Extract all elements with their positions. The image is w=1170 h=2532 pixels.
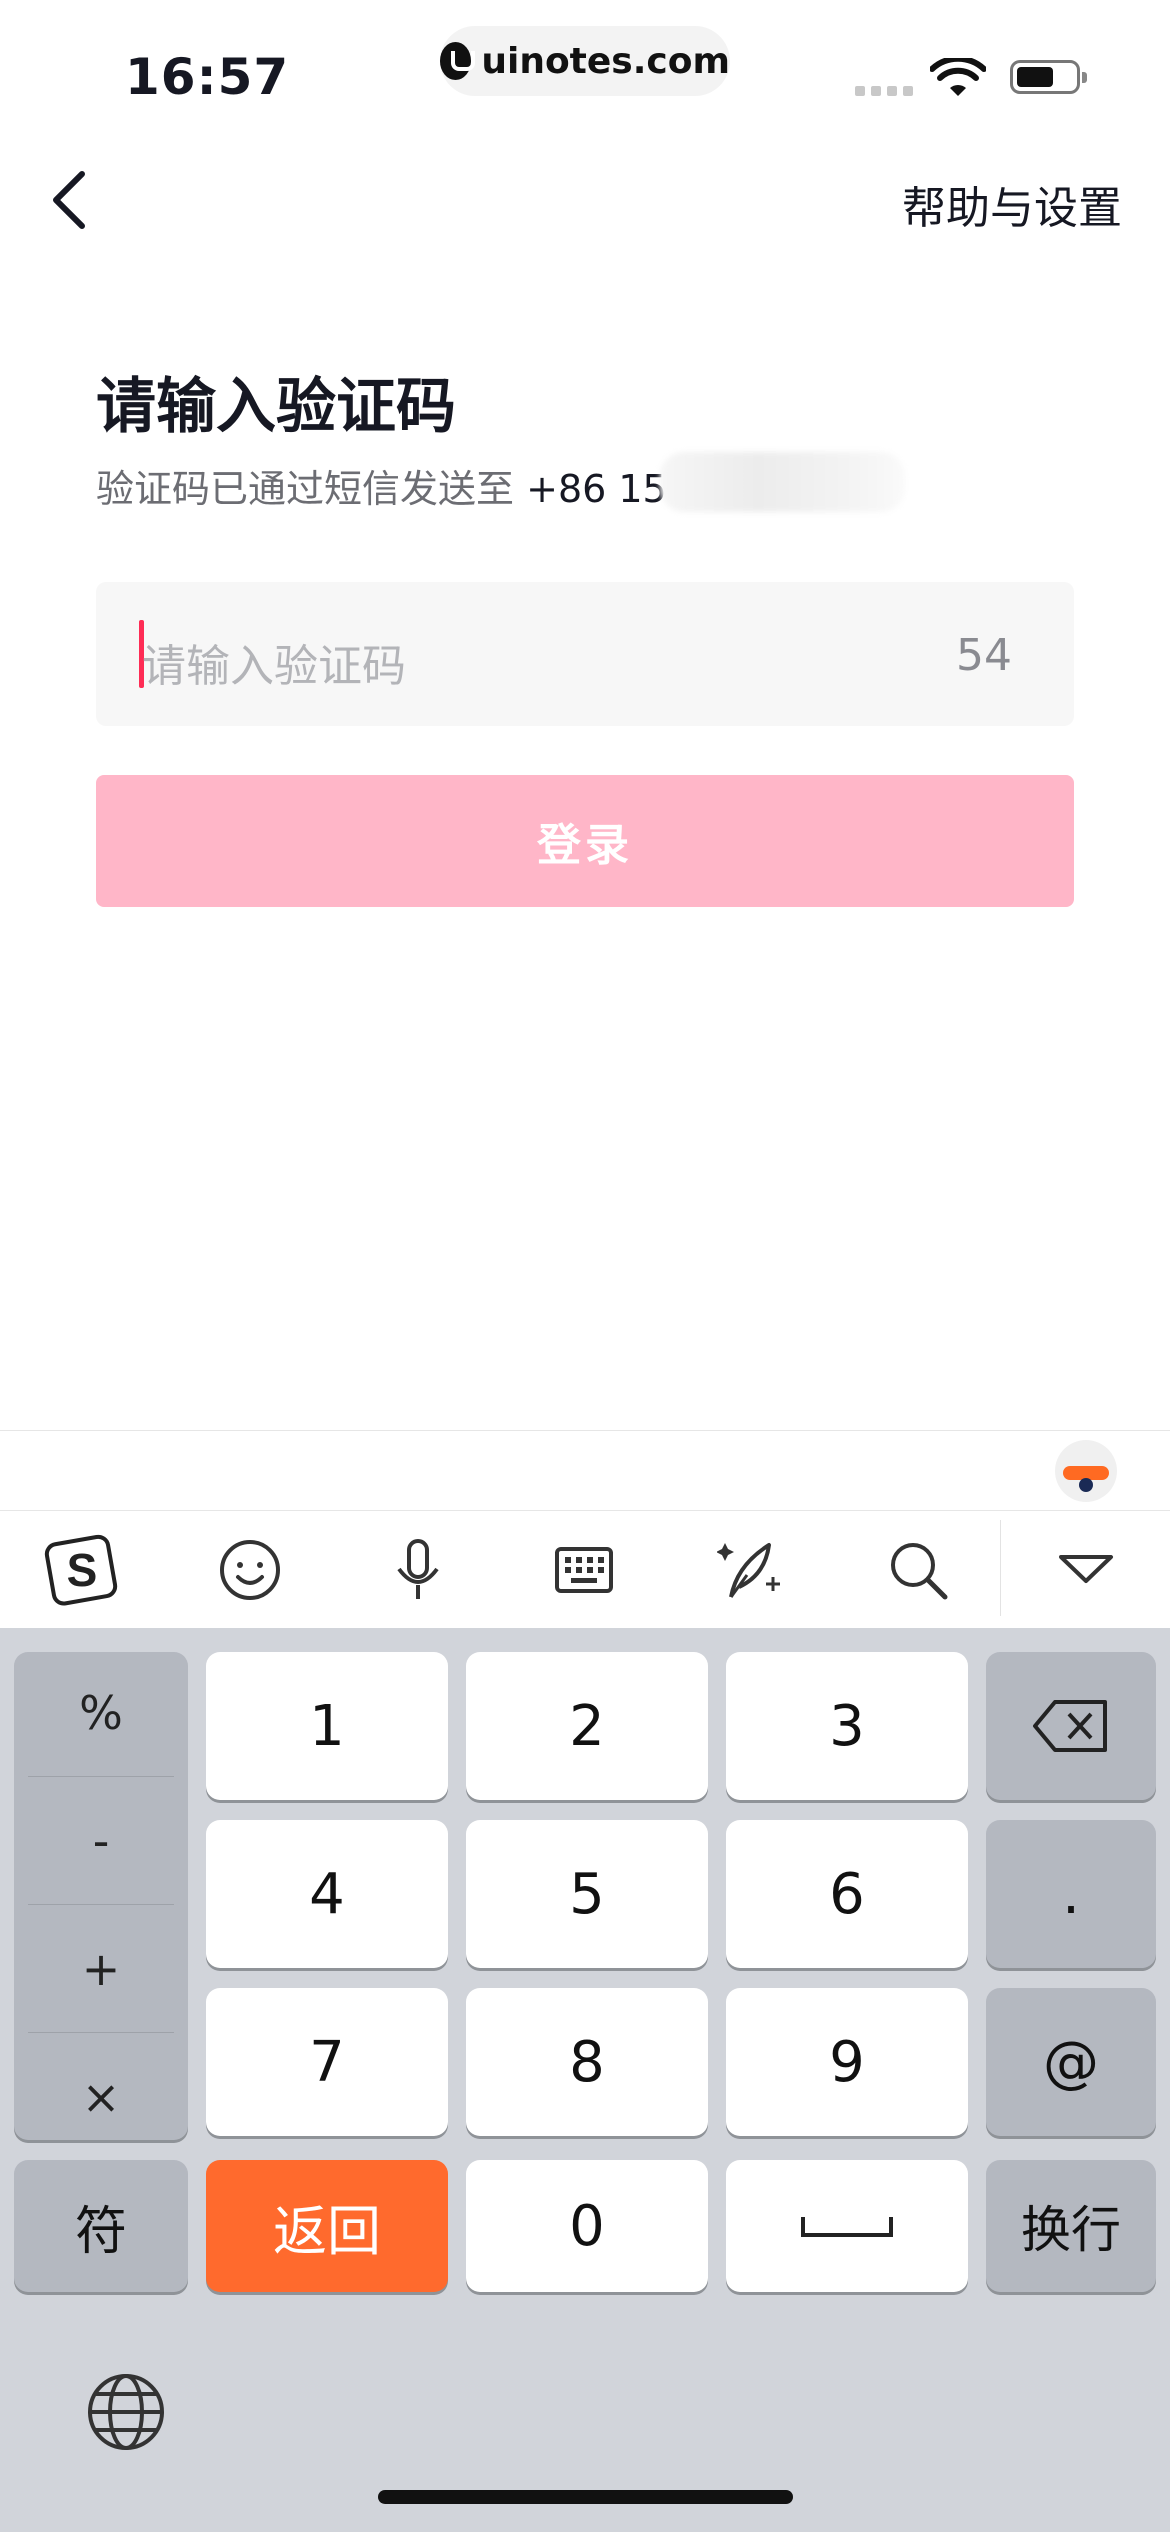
cellular-signal-icon — [855, 86, 913, 96]
login-button[interactable]: 登录 — [96, 775, 1074, 907]
resend-countdown: 54 — [956, 630, 1012, 681]
key-5[interactable]: 5 — [466, 1820, 708, 1968]
sms-notice: 验证码已通过短信发送至 +86 15 — [96, 458, 667, 513]
phone-number: +86 15 — [526, 467, 667, 511]
phone-number-mask — [660, 452, 905, 512]
key-1[interactable]: 1 — [206, 1652, 448, 1800]
wifi-icon — [930, 58, 986, 96]
status-time: 16:57 — [125, 48, 290, 106]
key-at[interactable]: @ — [986, 1988, 1156, 2136]
keyboard-candidate-bar — [0, 1430, 1170, 1511]
key-dot[interactable]: . — [986, 1820, 1156, 1968]
sogou-logo-icon[interactable]: S — [44, 1532, 120, 1608]
symbol-divider — [28, 1904, 174, 1905]
mascot-icon[interactable] — [1055, 1440, 1117, 1502]
key-plus[interactable]: + — [14, 1908, 188, 2030]
key-6[interactable]: 6 — [726, 1820, 968, 1968]
back-arrow-icon[interactable] — [40, 160, 100, 240]
battery-icon — [1010, 60, 1087, 94]
key-7[interactable]: 7 — [206, 1988, 448, 2136]
globe-icon[interactable] — [84, 2370, 168, 2454]
page-title: 请输入验证码 — [96, 372, 456, 442]
key-4[interactable]: 4 — [206, 1820, 448, 1968]
key-minus[interactable]: - — [14, 1780, 188, 1902]
symbol-divider — [28, 2032, 174, 2033]
toolbar-divider — [1000, 1520, 1001, 1616]
key-0[interactable]: 0 — [466, 2160, 708, 2292]
symbol-divider — [28, 1776, 174, 1777]
key-multiply[interactable]: × — [14, 2036, 188, 2158]
sms-notice-text: 验证码已通过短信发送至 — [96, 467, 515, 511]
key-space[interactable] — [726, 2160, 968, 2292]
url-text: uinotes.com — [481, 40, 730, 82]
url-pill: uinotes.com — [440, 26, 730, 96]
svg-text:S: S — [67, 1544, 98, 1596]
collapse-keyboard-icon[interactable] — [1048, 1532, 1124, 1608]
key-percent[interactable]: % — [14, 1652, 188, 1774]
key-newline[interactable]: 换行 — [986, 2160, 1156, 2292]
space-icon — [801, 2217, 893, 2237]
uinotes-logo-icon — [440, 42, 476, 80]
microphone-icon[interactable] — [380, 1532, 456, 1608]
backspace-icon — [1033, 1700, 1107, 1752]
home-indicator[interactable] — [378, 2490, 793, 2504]
emoji-icon[interactable] — [212, 1532, 288, 1608]
keyboard-icon[interactable] — [546, 1532, 622, 1608]
key-backspace[interactable] — [986, 1652, 1156, 1800]
key-symbols[interactable]: 符 — [14, 2160, 188, 2292]
key-3[interactable]: 3 — [726, 1652, 968, 1800]
code-input-placeholder: 请输入验证码 — [142, 641, 406, 692]
quill-icon[interactable] — [714, 1532, 790, 1608]
help-settings-link[interactable]: 帮助与设置 — [902, 172, 1122, 236]
key-return[interactable]: 返回 — [206, 2160, 448, 2292]
key-8[interactable]: 8 — [466, 1988, 708, 2136]
key-9[interactable]: 9 — [726, 1988, 968, 2136]
key-2[interactable]: 2 — [466, 1652, 708, 1800]
search-icon[interactable] — [880, 1532, 956, 1608]
